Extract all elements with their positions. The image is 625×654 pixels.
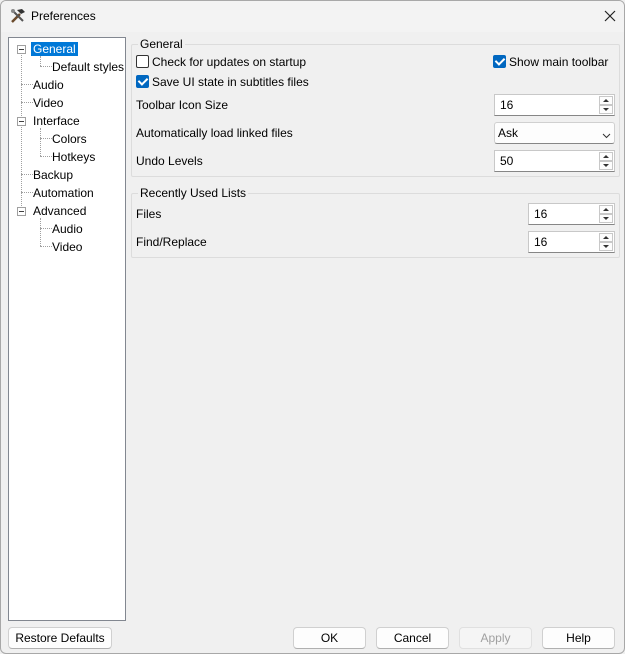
tree-item-video[interactable]: Video: [31, 95, 65, 111]
tree-item-advanced-video[interactable]: Video: [50, 239, 84, 255]
tree-item-default-styles[interactable]: Default styles: [50, 59, 126, 75]
recent-lists-group-title: Recently Used Lists: [138, 186, 249, 200]
find-replace-value: 16: [534, 235, 548, 249]
restore-defaults-button[interactable]: Restore Defaults: [8, 627, 112, 649]
show-toolbar-label[interactable]: Show main toolbar: [509, 55, 608, 69]
spin-up-icon[interactable]: [599, 152, 613, 161]
save-ui-state-checkbox[interactable]: [136, 75, 149, 88]
title-bar: Preferences: [1, 1, 624, 32]
toolbar-icon-size-value: 16: [500, 98, 514, 112]
undo-levels-label: Undo Levels: [136, 154, 203, 168]
expander-advanced[interactable]: [17, 207, 26, 216]
toolbar-icon-size-spinner[interactable]: 16: [494, 94, 615, 116]
general-group-title: General: [138, 37, 185, 51]
autoload-value: Ask: [498, 126, 519, 140]
expander-general[interactable]: [17, 45, 26, 54]
ok-button[interactable]: OK: [293, 627, 366, 649]
expander-interface[interactable]: [17, 117, 26, 126]
files-spinner[interactable]: 16: [528, 203, 615, 225]
save-ui-state-label[interactable]: Save UI state in subtitles files: [152, 75, 309, 89]
check-updates-label[interactable]: Check for updates on startup: [152, 55, 306, 69]
find-replace-spinner[interactable]: 16: [528, 231, 615, 253]
check-updates-checkbox[interactable]: [136, 55, 149, 68]
tree-item-general[interactable]: General: [31, 41, 78, 57]
spin-down-icon[interactable]: [599, 161, 613, 170]
preferences-window: Preferences General Default styles Audio…: [0, 0, 625, 654]
tree-item-hotkeys[interactable]: Hotkeys: [50, 149, 97, 165]
autoload-select[interactable]: Ask: [494, 122, 615, 144]
tree-item-advanced[interactable]: Advanced: [31, 203, 88, 219]
spin-up-icon[interactable]: [599, 96, 613, 105]
cancel-button[interactable]: Cancel: [376, 627, 449, 649]
files-label: Files: [136, 207, 162, 221]
help-button[interactable]: Help: [542, 627, 615, 649]
files-value: 16: [534, 207, 548, 221]
show-toolbar-checkbox[interactable]: [493, 55, 506, 68]
tree-item-backup[interactable]: Backup: [31, 167, 75, 183]
tree-item-advanced-audio[interactable]: Audio: [50, 221, 85, 237]
tree-item-interface[interactable]: Interface: [31, 113, 82, 129]
find-replace-label: Find/Replace: [136, 235, 207, 249]
chevron-down-icon: [602, 128, 611, 139]
tools-icon: [10, 8, 26, 24]
undo-levels-spinner[interactable]: 50: [494, 150, 615, 172]
toolbar-icon-size-label: Toolbar Icon Size: [136, 98, 229, 112]
spin-up-icon[interactable]: [599, 233, 613, 242]
spin-down-icon[interactable]: [599, 242, 613, 251]
tree-item-audio[interactable]: Audio: [31, 77, 66, 93]
apply-button[interactable]: Apply: [459, 627, 532, 649]
spin-down-icon[interactable]: [599, 105, 613, 114]
autoload-label: Automatically load linked files: [136, 126, 293, 140]
spin-up-icon[interactable]: [599, 205, 613, 214]
tree-item-automation[interactable]: Automation: [31, 185, 96, 201]
spin-down-icon[interactable]: [599, 214, 613, 223]
undo-levels-value: 50: [500, 154, 514, 168]
window-title: Preferences: [31, 9, 96, 23]
tree-item-colors[interactable]: Colors: [50, 131, 89, 147]
close-icon[interactable]: [600, 7, 620, 25]
category-tree[interactable]: General Default styles Audio Video Inter…: [8, 37, 126, 621]
